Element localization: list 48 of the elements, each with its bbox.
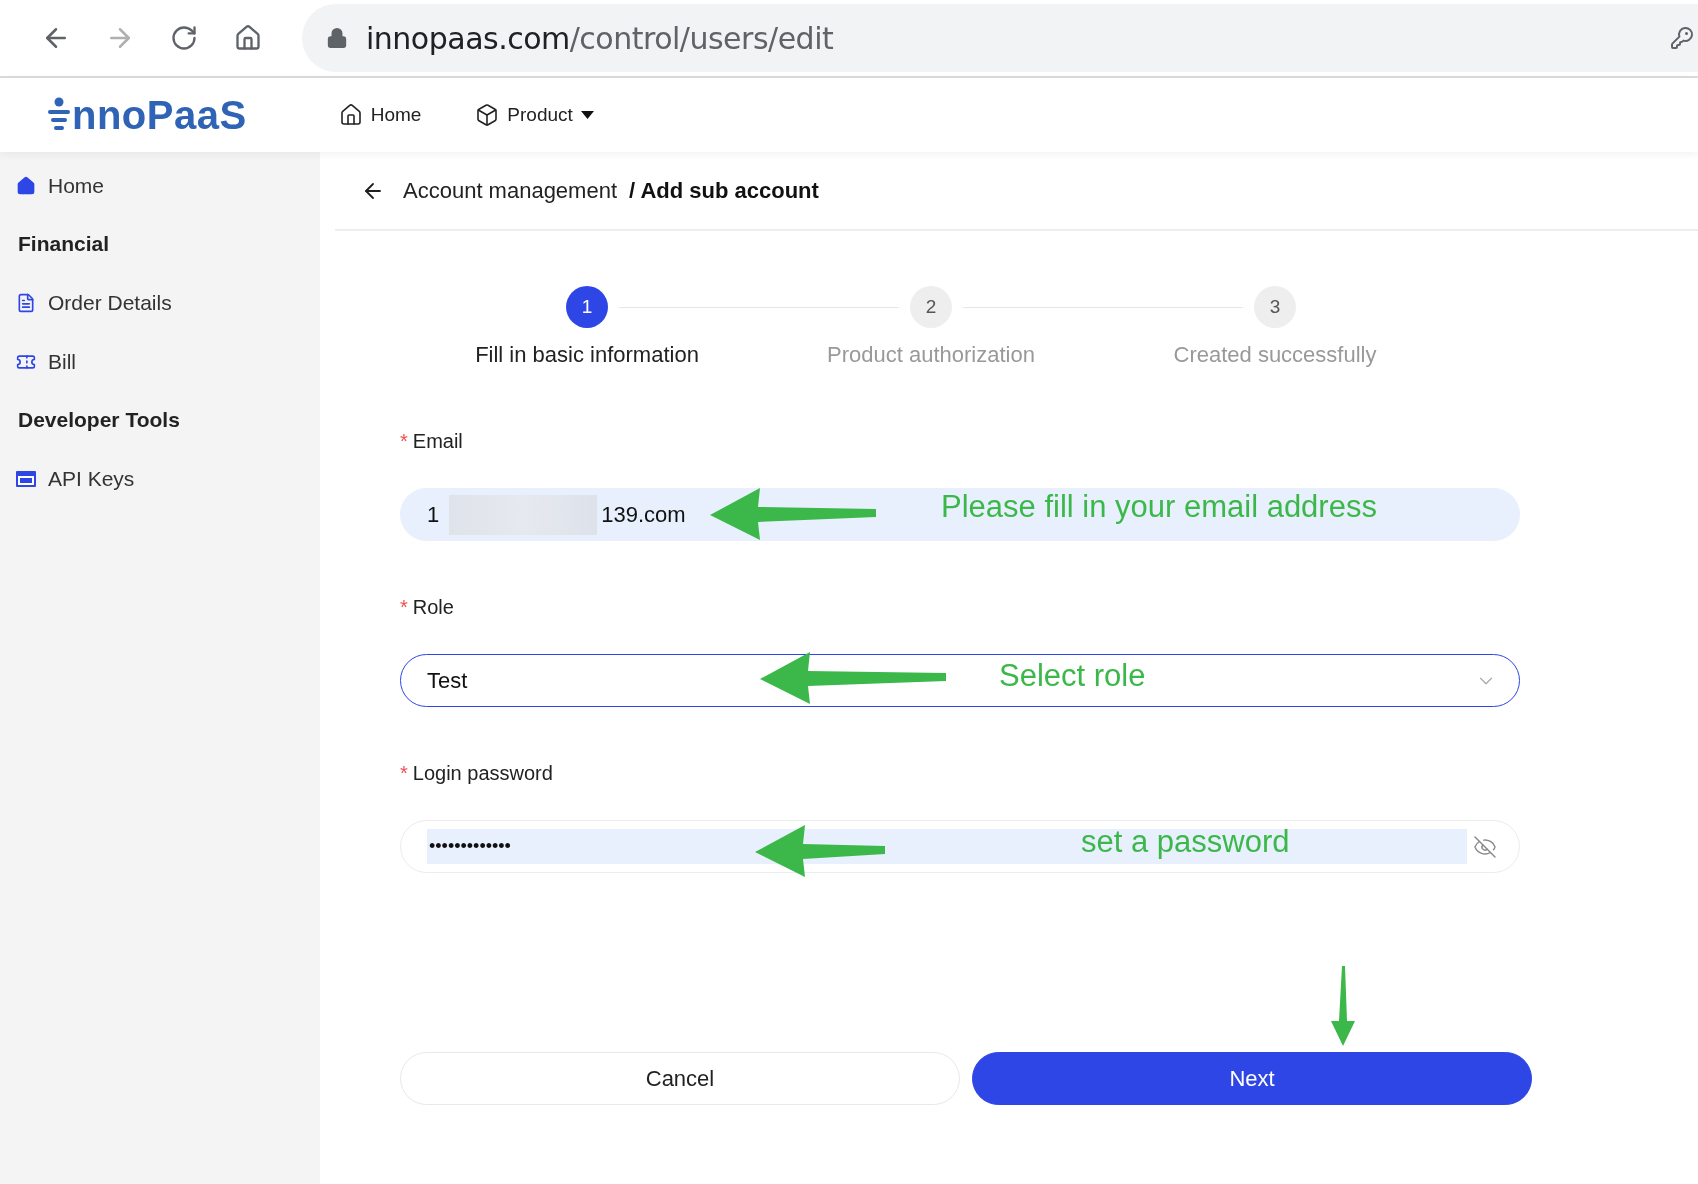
cancel-button[interactable]: Cancel [400,1052,960,1105]
annotation-text: Select role [999,658,1146,694]
annotation-text: Please fill in your email address [941,489,1377,525]
lock-icon [326,27,348,49]
field-label: Email [412,430,463,453]
nav-link[interactable]: Home [338,103,422,127]
step-number: 1 [566,286,608,328]
document-icon [16,292,36,313]
input-field[interactable]: 1 139.com Please fill in your email address [400,488,1520,541]
box-icon [475,103,500,127]
eye-off-icon[interactable] [1473,834,1497,859]
role-value: Test [427,667,468,694]
logo-text: nnoPaaS [72,92,247,138]
breadcrumb-current: / Add sub account [629,177,819,204]
next-button[interactable]: Next [972,1052,1532,1105]
field-label: Role [412,596,454,619]
url-text: innopaas.com/control/users/edit [366,20,835,56]
sidebar-item[interactable]: Order Details [0,273,320,332]
required-mark: * [400,762,408,785]
required-mark: * [400,596,408,619]
step-label: Fill in basic information [475,342,699,368]
email-value: 139.com [601,501,686,528]
sidebar-item[interactable]: API Keys [0,449,320,508]
sidebar-item[interactable]: Bill [0,332,320,391]
step-number: 2 [910,286,952,328]
step-number: 3 [1254,286,1296,328]
breadcrumb-link[interactable]: Account management [403,177,618,204]
required-mark: * [400,430,408,453]
password-value: ••••••••••••• [429,836,511,857]
email-value: 1 [427,501,440,528]
logo-icon [48,97,70,133]
step-label: Created successfully [1173,342,1377,368]
api-icon [16,470,36,487]
step-label: Product authorization [827,342,1035,368]
nav-link[interactable]: Product [475,103,594,127]
home-icon [16,175,36,196]
input-field[interactable]: Test Select role [400,654,1520,707]
home-icon [338,103,363,127]
annotation-text: set a password [1081,824,1290,860]
sidebar-heading: Financial [17,231,111,257]
input-field[interactable]: ••••••••••••• set a password [400,820,1520,873]
key-icon[interactable] [1670,26,1694,50]
reload-icon[interactable] [170,24,198,52]
field-label: Login password [412,762,553,785]
home-icon[interactable] [234,24,262,52]
sidebar-item[interactable]: Home [0,156,320,215]
sidebar-heading: Developer Tools [17,407,181,433]
address-bar[interactable]: innopaas.com/control/users/edit [302,4,1698,72]
